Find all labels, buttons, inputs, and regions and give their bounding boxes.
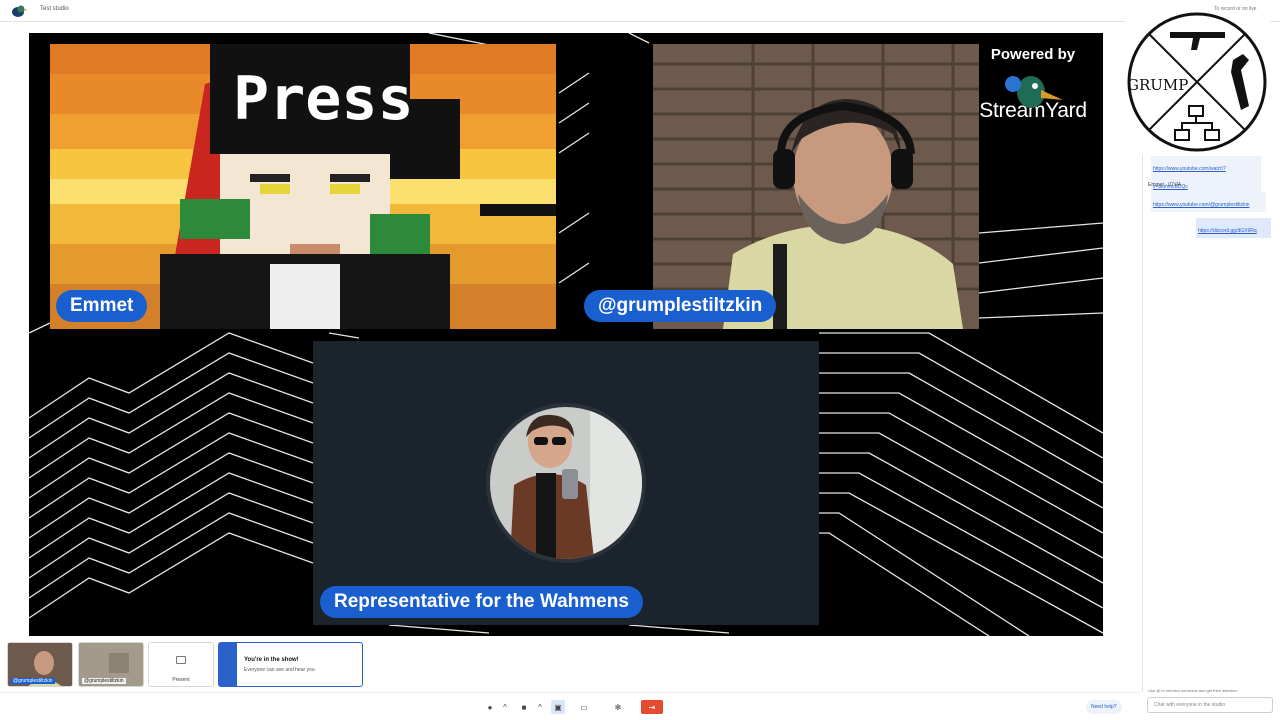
present-icon: [176, 656, 186, 664]
chat-message-link[interactable]: https://discord.gg/dGX9Rq: [1196, 218, 1271, 238]
participant-tile-grumplestiltzkin[interactable]: [653, 44, 979, 329]
chat-link-text[interactable]: https://www.youtube.com/@grumplestiltzki…: [1153, 202, 1250, 208]
thumbnail-label: @grumplestiltzkin: [82, 678, 126, 684]
chat-link-text[interactable]: https://discord.gg/dGX9Rq: [1198, 228, 1257, 234]
chevron-up-icon[interactable]: ^: [533, 700, 547, 714]
backstage-thumbnail[interactable]: @grumplestiltzkin: [78, 642, 144, 687]
chevron-up-icon[interactable]: ^: [498, 700, 512, 714]
emmet-pixel-art-avatar: Press: [50, 44, 556, 329]
streamyard-duck-icon: [1005, 76, 1063, 108]
present-button[interactable]: Present: [148, 642, 214, 687]
leave-icon[interactable]: ⇥: [641, 700, 663, 714]
settings-icon[interactable]: ✻: [611, 700, 625, 714]
grump-logo-icon: GRUMP: [1127, 12, 1267, 152]
need-help-button[interactable]: Need help?: [1086, 700, 1122, 714]
studio-title: Test studio: [40, 6, 69, 12]
streamyard-watermark: Powered by StreamYard: [973, 46, 1093, 123]
backstage-thumbnail[interactable]: @grumplestiltzkin: [7, 642, 73, 687]
banner-subtitle: Everyone can see and hear you: [244, 667, 315, 673]
banner-accent: [219, 643, 237, 686]
chat-message-link[interactable]: https://www.youtube.com/@grumplestiltzki…: [1151, 192, 1266, 212]
chat-mention-tip: Use @ to mention someone and get their a…: [1148, 688, 1238, 693]
emmet-tile-text: Press: [233, 64, 414, 134]
grump-logo-text: GRUMP: [1127, 76, 1188, 94]
chat-message-meta: Emmet · 07:04: [1148, 182, 1181, 188]
participant-tile-emmet[interactable]: Press: [50, 44, 556, 329]
avatar: [486, 403, 646, 563]
backstage-tray: @grumplestiltzkin @grumplestiltzkin Pres…: [0, 638, 1140, 690]
streamyard-studio: Test studio To record or go live Press P…: [0, 0, 1280, 720]
chat-message-link[interactable]: https://www.youtube.com/watch?v=bkmmcBDQ…: [1151, 156, 1261, 194]
share-screen-icon[interactable]: ▭: [577, 700, 591, 714]
representative-avatar-photo: [490, 407, 642, 559]
top-bar: Test studio To record or go live: [0, 0, 1280, 22]
in-show-banner: You're in the show! Everyone can see and…: [218, 642, 363, 687]
name-tag-grumplestiltzkin: @grumplestiltzkin: [584, 290, 777, 322]
powered-by-text: Powered by: [990, 46, 1076, 63]
banner-title: You're in the show!: [244, 657, 299, 663]
layout-icon[interactable]: ▣: [551, 700, 565, 714]
broadcast-stage: Press Powered by StreamYard Emmet @grump…: [29, 33, 1103, 636]
chat-input[interactable]: Chat with everyone in the studio: [1147, 697, 1273, 713]
thumbnail-label: @grumplestiltzkin: [11, 678, 55, 684]
mic-icon[interactable]: ●: [483, 700, 497, 714]
chat-time: 07:04: [1168, 182, 1181, 188]
chat-author: Emmet: [1148, 182, 1164, 188]
streamyard-logo-icon[interactable]: [10, 3, 28, 19]
present-label: Present: [172, 677, 190, 683]
name-tag-emmet: Emmet: [56, 290, 148, 322]
bottom-toolbar: ● ^ ■ ^ ▣ ▭ ✻ ⇥ Need help?: [0, 692, 1140, 720]
grump-logo-overlay: GRUMP: [1125, 10, 1270, 155]
grumplestiltzkin-video: [653, 44, 979, 329]
name-tag-representative: Representative for the Wahmens: [320, 586, 643, 618]
camera-icon[interactable]: ■: [517, 700, 531, 714]
